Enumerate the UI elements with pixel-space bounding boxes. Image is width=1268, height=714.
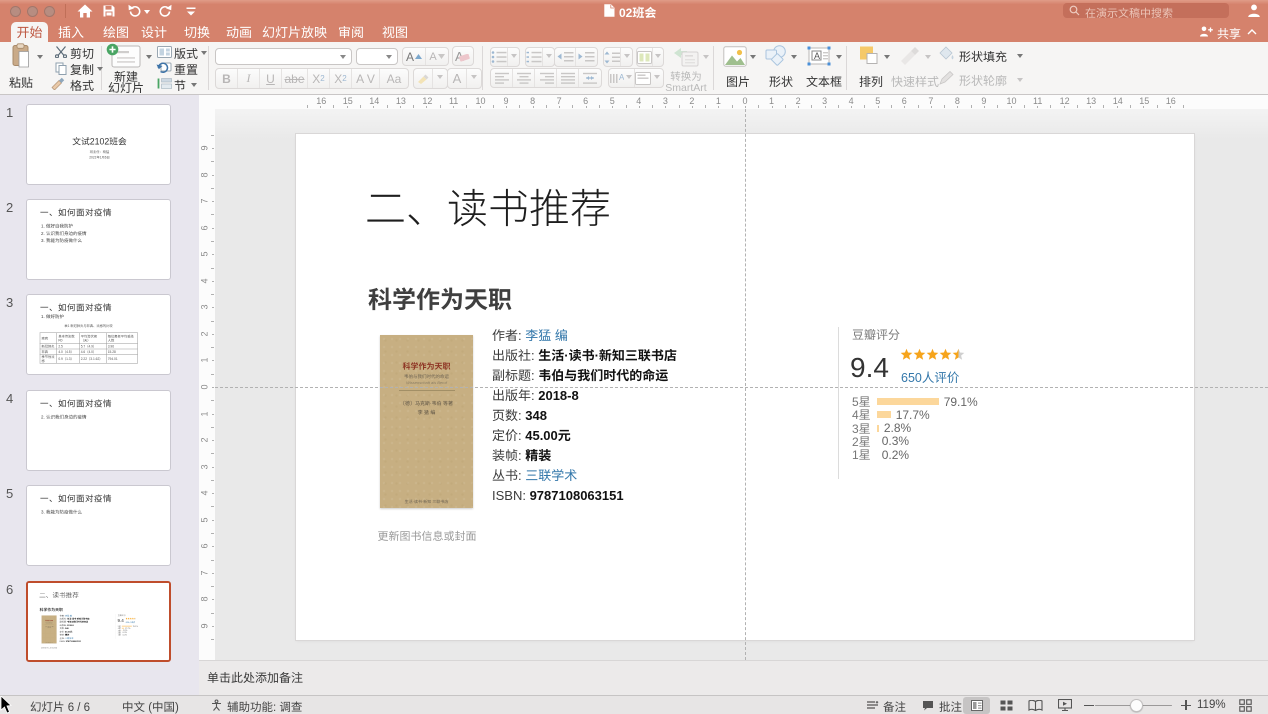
svg-text:A: A [814, 51, 820, 61]
